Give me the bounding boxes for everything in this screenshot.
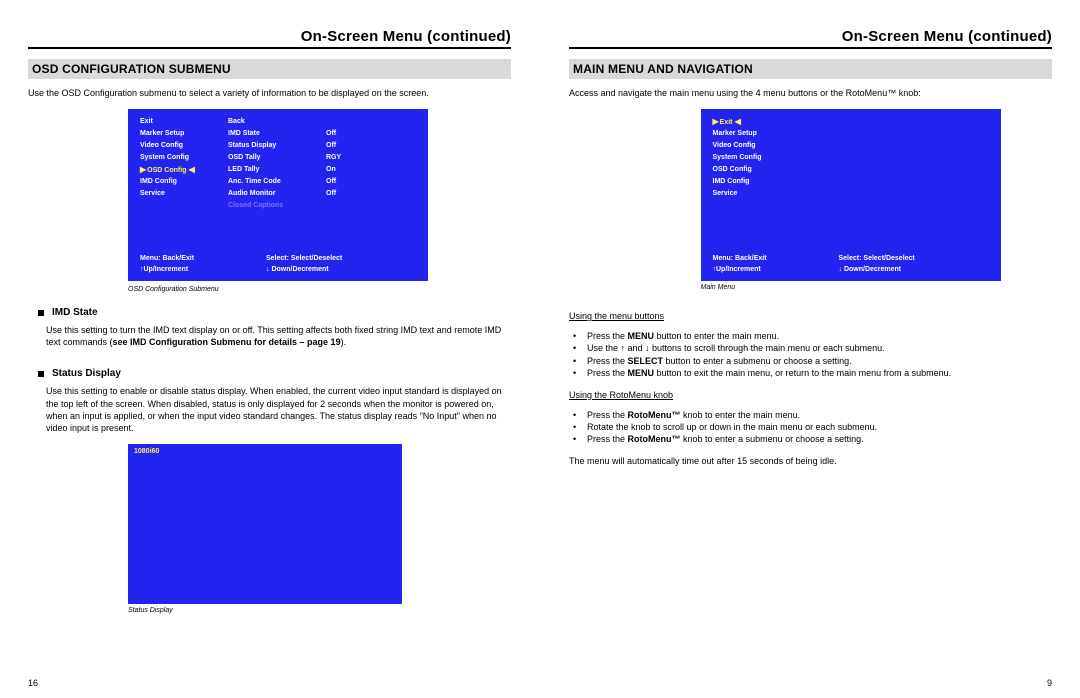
intro-text: Access and navigate the main menu using … bbox=[569, 87, 1052, 99]
osd-footer: Menu: Back/ExitSelect: Select/Deselect ↑… bbox=[713, 253, 989, 275]
intro-text: Use the OSD Configuration submenu to sel… bbox=[28, 87, 511, 99]
main-menu-screenshot: ▶Exit ◀Marker SetupVideo ConfigSystem Co… bbox=[701, 109, 1001, 281]
nav-roto-list: •Press the RotoMenu™ knob to enter the m… bbox=[573, 409, 1052, 445]
nav-buttons-heading: Using the menu buttons bbox=[569, 310, 1052, 322]
page-number: 9 bbox=[569, 678, 1052, 688]
nav-buttons-list: •Press the MENU button to enter the main… bbox=[573, 330, 1052, 379]
closed-captions-label: Closed Captions bbox=[228, 202, 283, 209]
imd-state-heading: IMD State bbox=[38, 307, 511, 318]
page-header: On-Screen Menu (continued) bbox=[28, 28, 511, 49]
figure-caption: Main Menu bbox=[701, 284, 1001, 291]
figure-caption: Status Display bbox=[128, 607, 511, 614]
bullet-square-icon bbox=[38, 310, 44, 316]
right-page: On-Screen Menu (continued) MAIN MENU AND… bbox=[569, 28, 1052, 688]
status-display-screenshot: 1080i60 bbox=[128, 444, 402, 604]
header-title: On-Screen Menu (continued) bbox=[301, 28, 511, 47]
section-heading: MAIN MENU AND NAVIGATION bbox=[569, 59, 1052, 79]
bullet-square-icon bbox=[38, 371, 44, 377]
page-header: On-Screen Menu (continued) bbox=[569, 28, 1052, 49]
left-page: On-Screen Menu (continued) OSD CONFIGURA… bbox=[28, 28, 511, 688]
timeout-text: The menu will automatically time out aft… bbox=[569, 455, 1052, 467]
nav-roto-heading: Using the RotoMenu knob bbox=[569, 389, 1052, 401]
status-badge: 1080i60 bbox=[134, 448, 159, 455]
header-title: On-Screen Menu (continued) bbox=[842, 28, 1052, 47]
osd-config-screenshot: ExitBackMarker SetupIMD StateOffVideo Co… bbox=[128, 109, 428, 281]
page-number: 16 bbox=[28, 678, 511, 688]
imd-state-text: Use this setting to turn the IMD text di… bbox=[46, 324, 511, 348]
status-display-text: Use this setting to enable or disable st… bbox=[46, 385, 511, 434]
status-display-heading: Status Display bbox=[38, 368, 511, 379]
osd-footer: Menu: Back/ExitSelect: Select/Deselect ↑… bbox=[140, 253, 416, 275]
section-heading: OSD CONFIGURATION SUBMENU bbox=[28, 59, 511, 79]
figure-caption: OSD Configuration Submenu bbox=[128, 286, 511, 293]
